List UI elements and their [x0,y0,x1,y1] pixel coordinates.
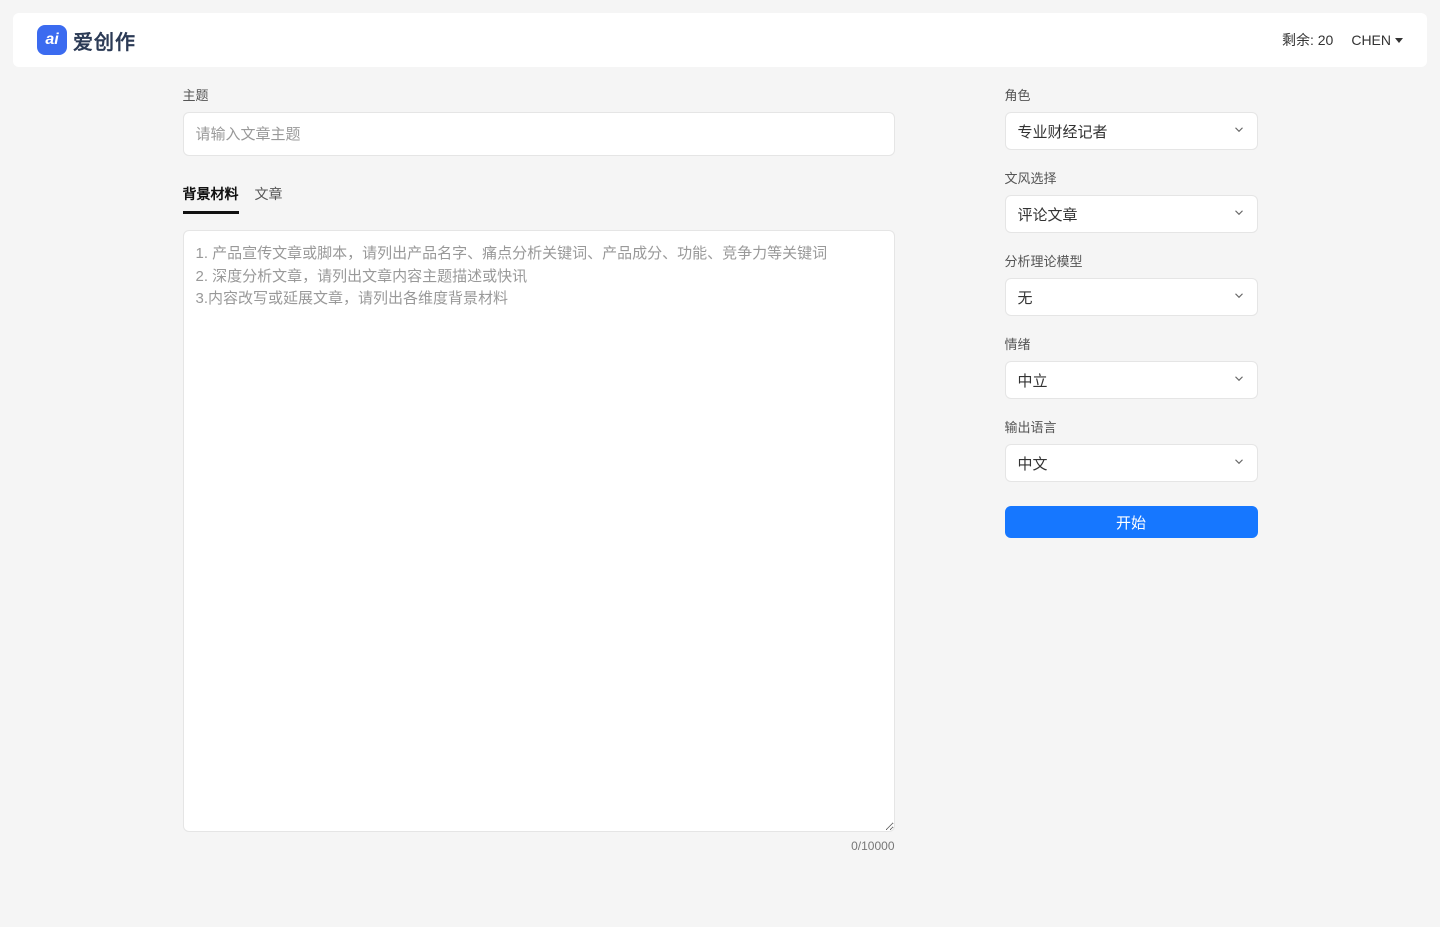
remaining-count: 剩余: 20 [1282,30,1333,50]
topic-label: 主题 [183,85,895,104]
background-textarea[interactable] [183,230,895,832]
remaining-value: 20 [1318,32,1334,48]
emotion-label: 情绪 [1005,334,1258,353]
start-button[interactable]: 开始 [1005,506,1258,538]
app-header: ai 爱创作 剩余: 20 CHEN [13,13,1427,67]
tab-label: 背景材料 [183,186,239,202]
emotion-select[interactable]: 中立 [1005,361,1258,399]
role-select[interactable]: 专业财经记者 [1005,112,1258,150]
remaining-label: 剩余: [1282,32,1314,48]
topic-input[interactable] [183,112,895,156]
tab-background-material[interactable]: 背景材料 [183,184,239,214]
emotion-value: 中立 [1018,370,1048,391]
style-value: 评论文章 [1018,204,1078,225]
tabs: 背景材料 文章 [183,184,895,214]
logo-main-text: 爱创作 [73,26,136,55]
header-right: 剩余: 20 CHEN [1282,30,1403,50]
logo-icon-text: ai [45,31,58,49]
username: CHEN [1351,32,1391,48]
language-value: 中文 [1018,453,1048,474]
caret-down-icon [1395,38,1403,43]
model-value: 无 [1018,287,1033,308]
logo-text-group: 爱创作 [73,26,136,55]
role-value: 专业财经记者 [1018,121,1108,142]
tab-label: 文章 [255,186,283,202]
logo-icon: ai [37,25,67,55]
user-menu[interactable]: CHEN [1351,32,1403,48]
logo[interactable]: ai 爱创作 [37,25,136,55]
language-label: 输出语言 [1005,417,1258,436]
model-label: 分析理论模型 [1005,251,1258,270]
style-label: 文风选择 [1005,168,1258,187]
language-select[interactable]: 中文 [1005,444,1258,482]
model-select[interactable]: 无 [1005,278,1258,316]
char-count: 0/10000 [183,839,895,853]
tab-article[interactable]: 文章 [255,184,283,214]
style-select[interactable]: 评论文章 [1005,195,1258,233]
role-label: 角色 [1005,85,1258,104]
start-button-label: 开始 [1116,515,1146,532]
